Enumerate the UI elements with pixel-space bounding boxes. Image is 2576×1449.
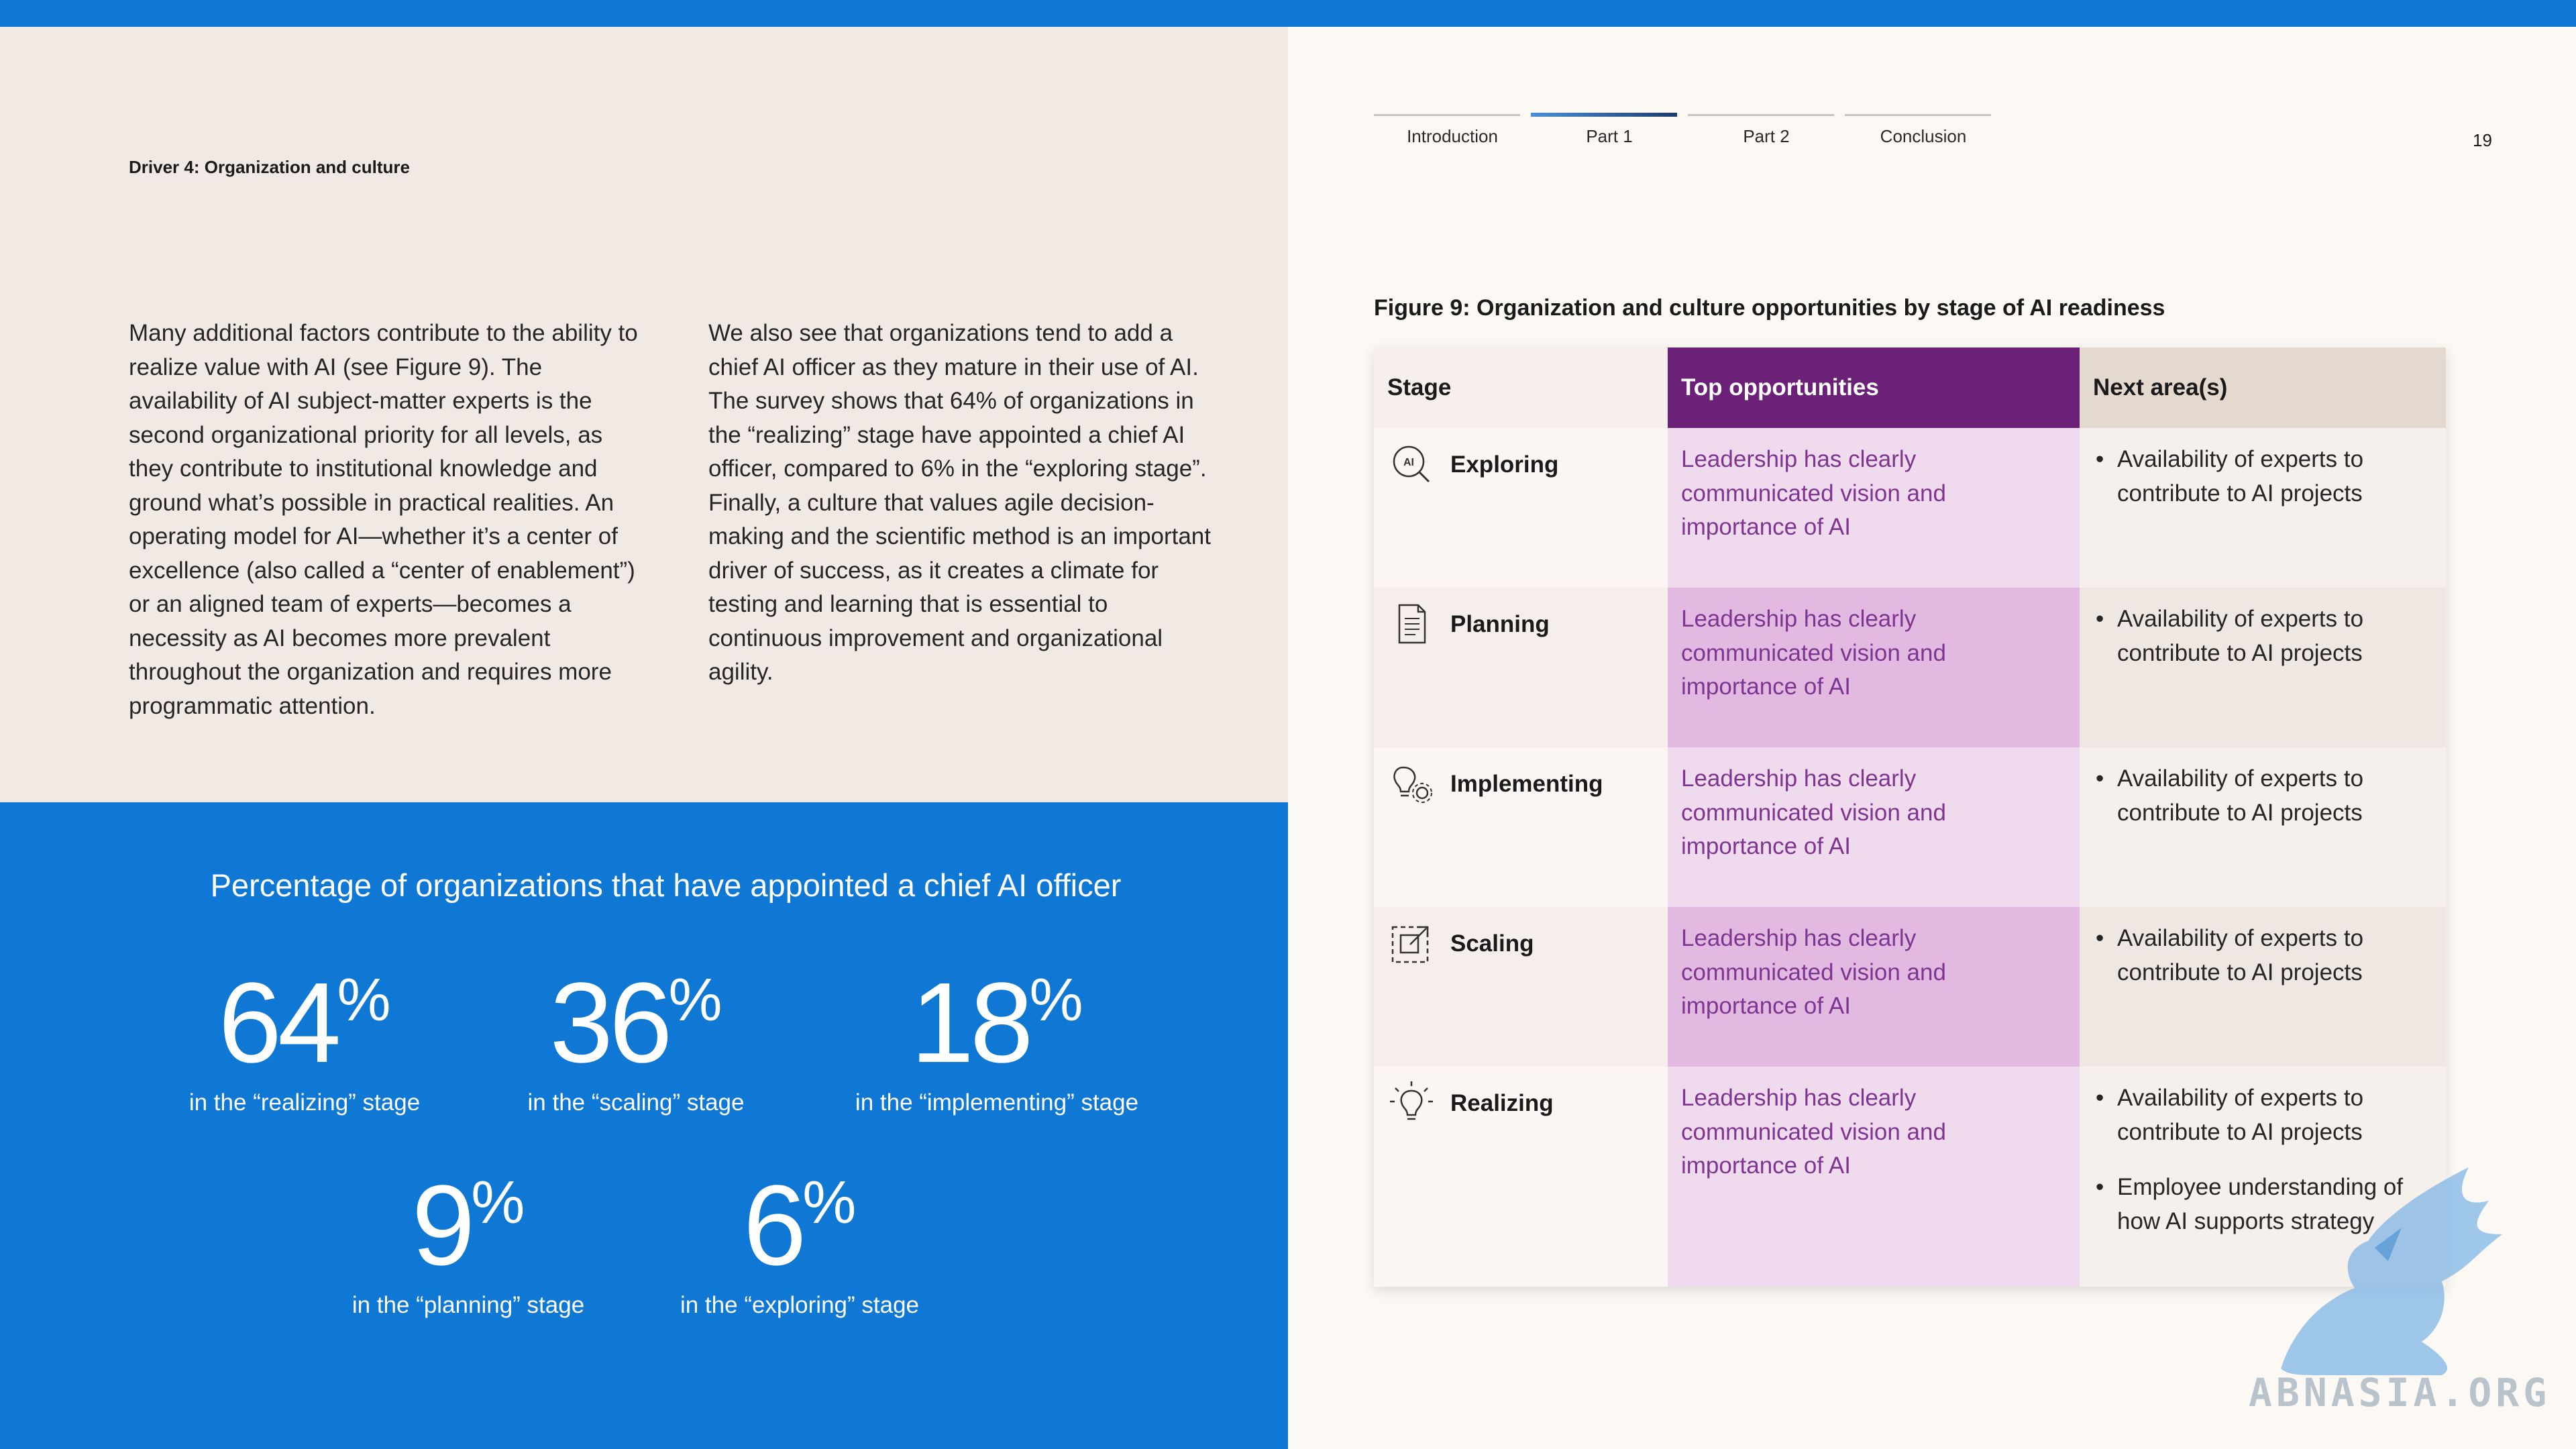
- next-area-item: Availability of experts to contribute to…: [2117, 606, 2364, 666]
- stage-name: Exploring: [1450, 451, 1559, 478]
- top-opportunity-cell: Leadership has clearly communicated visi…: [1668, 1067, 2080, 1287]
- expand-icon: [1391, 926, 1429, 963]
- figure-title: Figure 9: Organization and culture oppor…: [1374, 295, 2165, 321]
- table-row: Planning Leadership has clearly communic…: [1374, 588, 2446, 747]
- nav-tab-introduction[interactable]: Introduction: [1374, 114, 1531, 147]
- stat-value: 6: [743, 1162, 807, 1289]
- header-stage: Stage: [1374, 347, 1668, 428]
- stat-planning: 9% in the “planning” stage: [294, 1169, 643, 1319]
- stat-unit: %: [802, 1169, 857, 1236]
- table-header: Stage Top opportunities Next area(s): [1374, 347, 2446, 428]
- next-area-cell: • Availability of experts to contribute t…: [2080, 428, 2446, 588]
- stat-exploring: 6% in the “exploring” stage: [625, 1169, 974, 1319]
- stat-unit: %: [337, 967, 391, 1034]
- table-row: Implementing Leadership has clearly comm…: [1374, 747, 2446, 907]
- stat-value: 18: [910, 959, 1033, 1087]
- stage-name: Scaling: [1450, 930, 1534, 957]
- page-number: 19: [2473, 130, 2492, 150]
- top-opportunity-cell: Leadership has clearly communicated visi…: [1668, 428, 2080, 588]
- stats-panel: Percentage of organizations that have ap…: [0, 802, 1288, 1449]
- stage-cell: Planning: [1374, 588, 1668, 747]
- stat-caption: in the “realizing” stage: [189, 1089, 421, 1116]
- next-area-cell: • Availability of experts to contribute t…: [2080, 907, 2446, 1067]
- next-area-item: Availability of experts to contribute to…: [2117, 765, 2364, 826]
- left-text-panel: Driver 4: Organization and culture Many …: [0, 27, 1288, 802]
- stat-caption: in the “implementing” stage: [855, 1089, 1139, 1116]
- stage-cell: AI Exploring: [1374, 428, 1668, 588]
- stage-name: Realizing: [1450, 1090, 1554, 1116]
- svg-text:AI: AI: [1403, 457, 1414, 468]
- stat-unit: %: [1029, 967, 1083, 1034]
- table-row: AI Exploring Leadership has clearly comm…: [1374, 428, 2446, 588]
- stage-name: Planning: [1450, 611, 1550, 637]
- lightbulb-icon: [1390, 1081, 1433, 1120]
- section-nav: Introduction Part 1 Part 2 Conclusion: [1374, 113, 2002, 147]
- body-column-1: Many additional factors contribute to th…: [129, 320, 638, 719]
- next-area-cell: • Availability of experts to contribute t…: [2080, 588, 2446, 747]
- lightbulb-gear-icon: [1393, 766, 1432, 803]
- stat-caption: in the “planning” stage: [352, 1292, 585, 1318]
- header-next-areas: Next area(s): [2080, 347, 2446, 428]
- top-opportunity-cell: Leadership has clearly communicated visi…: [1668, 588, 2080, 747]
- nav-tab-part-2[interactable]: Part 2: [1688, 114, 1845, 147]
- stat-implementing: 18% in the “implementing” stage: [822, 966, 1171, 1116]
- stat-value: 64: [218, 959, 341, 1087]
- stat-realizing: 64% in the “realizing” stage: [130, 966, 479, 1116]
- stage-cell: Implementing: [1374, 747, 1668, 907]
- table-row: Scaling Leadership has clearly communica…: [1374, 907, 2446, 1067]
- stage-name: Implementing: [1450, 771, 1603, 797]
- stats-title: Percentage of organizations that have ap…: [210, 867, 1122, 903]
- document-icon: [1398, 604, 1426, 644]
- nav-tab-conclusion[interactable]: Conclusion: [1845, 114, 2002, 147]
- section-label: Driver 4: Organization and culture: [129, 157, 410, 177]
- top-accent-bar: [0, 0, 2576, 27]
- next-area-item: Availability of experts to contribute to…: [2117, 925, 2364, 985]
- top-opportunity-cell: Leadership has clearly communicated visi…: [1668, 907, 2080, 1067]
- next-area-cell: • Availability of experts to contribute t…: [2080, 747, 2446, 907]
- stat-caption: in the “exploring” stage: [680, 1292, 920, 1318]
- next-area-item: Availability of experts to contribute to…: [2117, 446, 2364, 506]
- watermark-text: ABNASIA.ORG: [2249, 1370, 2551, 1415]
- nav-tab-part-1[interactable]: Part 1: [1531, 113, 1688, 147]
- body-column-2: We also see that organizations tend to a…: [708, 320, 1211, 685]
- stat-unit: %: [668, 967, 722, 1034]
- ai-search-icon: AI: [1393, 445, 1430, 483]
- stat-caption: in the “scaling” stage: [527, 1089, 745, 1116]
- opportunities-table: Stage Top opportunities Next area(s) AI …: [1374, 347, 2446, 1287]
- stage-cell: Scaling: [1374, 907, 1668, 1067]
- stat-scaling: 36% in the “scaling” stage: [462, 966, 810, 1116]
- stat-value: 36: [549, 959, 672, 1087]
- stage-cell: Realizing: [1374, 1067, 1668, 1287]
- stat-value: 9: [411, 1162, 476, 1289]
- header-top-opportunities: Top opportunities: [1668, 347, 2080, 428]
- next-area-item: Availability of experts to contribute to…: [2117, 1085, 2364, 1145]
- top-opportunity-cell: Leadership has clearly communicated visi…: [1668, 747, 2080, 907]
- stat-unit: %: [471, 1169, 525, 1236]
